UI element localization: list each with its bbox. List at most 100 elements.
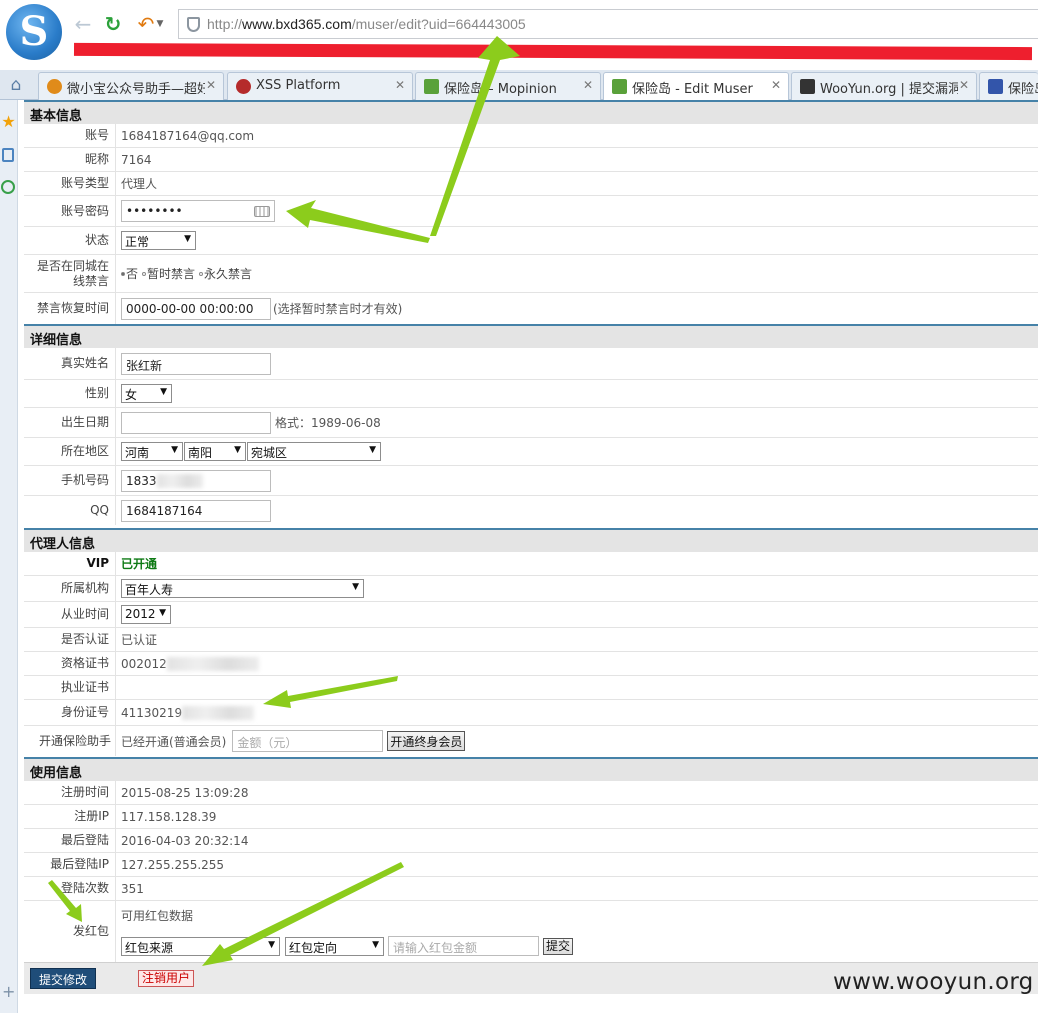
tab-xss-platform[interactable]: XSS Platform ✕ (227, 72, 413, 100)
chevron-down-icon: ▼ (160, 387, 167, 397)
row-vip: VIP 已开通 (24, 552, 1038, 576)
ban-radio-temporary[interactable] (142, 271, 147, 276)
amount-input[interactable]: 金额（元） (232, 730, 384, 752)
close-icon[interactable]: ✕ (395, 78, 405, 92)
city-select[interactable]: 南阳 ▼ (184, 442, 246, 461)
deactivate-user-button[interactable]: 注销用户 (138, 970, 195, 987)
row-qq: QQ 1684187164 (24, 496, 1038, 525)
redpack-target-select[interactable]: 红包定向 ▼ (285, 936, 384, 956)
tablet-icon[interactable] (2, 148, 14, 162)
tab-wooyun[interactable]: WooYun.org | 提交漏洞 ✕ (791, 72, 977, 100)
login-count-label: 登陆次数 (24, 877, 116, 900)
region-label: 所在地区 (24, 438, 116, 465)
refresh-icon[interactable]: ↻ (101, 12, 125, 36)
favicon-icon (47, 79, 62, 94)
undo-dropdown-icon[interactable]: ▼ (154, 12, 166, 36)
plus-icon[interactable]: + (2, 982, 15, 1001)
tab-mopinion[interactable]: 保险岛 – Mopinion ✕ (415, 72, 601, 100)
submit-changes-button[interactable]: 提交修改 (30, 968, 97, 989)
tab-baoxiandao[interactable]: 保险岛 (979, 72, 1038, 100)
birth-format-note: 格式：1989-06-08 (275, 416, 381, 430)
close-icon[interactable]: ✕ (771, 78, 781, 92)
since-label: 从业时间 (24, 602, 116, 627)
ban-option-permanent: 永久禁言 (204, 267, 253, 281)
status-value: 正常 (125, 235, 150, 249)
row-realname: 真实姓名 张红新 (24, 348, 1038, 380)
row-since: 从业时间 2012 ▼ (24, 602, 1038, 628)
keyboard-icon[interactable] (254, 206, 270, 217)
vip-label: VIP (24, 552, 116, 575)
ban-radio-no[interactable] (121, 271, 125, 276)
restore-time-input[interactable]: 0000-00-00 00:00:00 (121, 297, 271, 320)
account-type-label: 账号类型 (24, 172, 116, 195)
row-nickname: 昵称 7164 (24, 148, 1038, 172)
birth-input[interactable] (121, 411, 271, 434)
redaction-blur (182, 705, 255, 720)
gender-label: 性别 (24, 380, 116, 407)
ban-option-no: 否 (126, 267, 139, 281)
browser-sidebar: ★ + (0, 100, 18, 1013)
redpack-available: 可用红包数据 (121, 909, 194, 923)
clock-icon[interactable] (1, 180, 15, 194)
redpack-amount-input[interactable]: 请输入红包金额 (388, 936, 539, 956)
row-region: 所在地区 河南 ▼ 南阳 ▼ 宛城区 ▼ (24, 438, 1038, 466)
password-input[interactable]: •••••••• (121, 200, 275, 222)
phone-value: 1833 (126, 473, 157, 488)
address-bar[interactable]: http://www.bxd365.com/muser/edit?uid=664… (178, 9, 1038, 39)
favicon-icon (612, 79, 627, 94)
status-select[interactable]: 正常 ▼ (121, 231, 196, 250)
tab-title: WooYun.org | 提交漏洞 (820, 82, 958, 97)
redpack-source-select[interactable]: 红包来源 ▼ (121, 936, 280, 956)
nickname-value: 7164 (121, 152, 152, 167)
redaction-blur (166, 656, 259, 671)
password-label: 账号密码 (24, 196, 116, 226)
redpack-submit-button[interactable]: 提交 (543, 937, 574, 955)
district-select[interactable]: 宛城区 ▼ (247, 442, 381, 461)
section-usage-header: 使用信息 (24, 757, 1038, 781)
gender-value: 女 (125, 388, 138, 402)
nickname-label: 昵称 (24, 148, 116, 171)
chevron-down-icon: ▼ (157, 608, 166, 618)
qq-input[interactable]: 1684187164 (121, 499, 271, 522)
redaction-blur (156, 474, 203, 488)
back-arrow-icon[interactable]: ← (71, 12, 95, 36)
favicon-icon (800, 79, 815, 94)
url-path: /muser/edit?uid=664443005 (351, 16, 526, 32)
org-select[interactable]: 百年人寿 ▼ (121, 579, 364, 598)
browser-logo-icon[interactable]: S (6, 4, 62, 60)
phone-input[interactable]: 1833 (121, 469, 271, 492)
since-select[interactable]: 2012 ▼ (121, 605, 171, 624)
redpack-label: 发红包 (24, 901, 116, 962)
edit-user-form: 基本信息 账号 1684187164@qq.com 昵称 7164 账号类型 代… (24, 100, 1038, 1013)
tab-edit-muser[interactable]: 保险岛 - Edit Muser ✕ (603, 72, 789, 100)
org-label: 所属机构 (24, 576, 116, 601)
vip-status: 已开通 (121, 557, 158, 571)
section-basic-header: 基本信息 (24, 100, 1038, 124)
redpack-target-value: 红包定向 (289, 940, 338, 955)
tab-title: 微小宝公众号助手—超好 (67, 82, 205, 97)
close-icon[interactable]: ✕ (206, 78, 216, 92)
realname-input[interactable]: 张红新 (121, 352, 271, 375)
province-value: 河南 (125, 446, 150, 460)
wooyun-watermark: www.wooyun.org (833, 969, 1034, 995)
tab-weixiaobao[interactable]: 微小宝公众号助手—超好 ✕ (38, 72, 224, 100)
row-birth: 出生日期 格式：1989-06-08 (24, 408, 1038, 438)
gender-select[interactable]: 女 ▼ (121, 384, 172, 403)
close-icon[interactable]: ✕ (959, 78, 969, 92)
idcard-label: 身份证号 (24, 700, 116, 725)
ban-radio-permanent[interactable] (199, 271, 204, 276)
close-icon[interactable]: ✕ (583, 78, 593, 92)
account-value: 1684187164@qq.com (121, 128, 255, 143)
redaction-bar (73, 42, 1033, 61)
login-count-value: 351 (121, 881, 144, 896)
province-select[interactable]: 河南 ▼ (121, 442, 183, 461)
lifetime-member-button[interactable]: 开通终身会员 (387, 731, 466, 751)
url-text[interactable]: http://www.bxd365.com/muser/edit?uid=664… (207, 16, 526, 32)
star-icon[interactable]: ★ (0, 112, 17, 131)
home-icon[interactable]: ⌂ (6, 75, 26, 95)
since-value: 2012 (125, 607, 156, 621)
row-last-login: 最后登陆 2016-04-03 20:32:14 (24, 829, 1038, 853)
last-ip-value: 127.255.255.255 (121, 857, 225, 872)
reg-time-label: 注册时间 (24, 781, 116, 804)
chevron-down-icon: ▼ (268, 939, 275, 950)
